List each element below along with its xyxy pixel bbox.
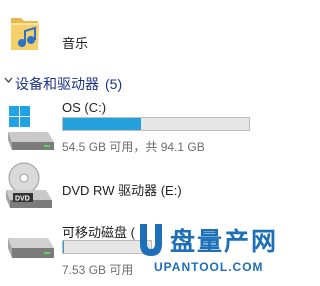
- chevron-down-icon[interactable]: [4, 76, 13, 85]
- drive-usage-bar-c: [62, 117, 250, 131]
- drive-label-c: OS (C:): [62, 100, 107, 115]
- section-title: 设备和驱动器 (5): [15, 74, 122, 94]
- drive-usage-fill-c: [63, 118, 142, 130]
- drive-detail-removable: 7.53 GB 可用: [62, 263, 134, 277]
- removable-disk-icon: [8, 238, 54, 258]
- music-folder-item[interactable]: 音乐: [0, 0, 299, 62]
- drive-label-dvd: DVD RW 驱动器 (E:): [62, 183, 182, 198]
- section-count: (5): [105, 76, 123, 92]
- music-folder-label: 音乐: [62, 36, 89, 51]
- drive-usage-fill-removable: [63, 241, 64, 253]
- u-logo: [140, 224, 162, 256]
- section-title-text: 设备和驱动器: [15, 76, 99, 92]
- drive-label-removable: 可移动磁盘 (: [62, 225, 135, 240]
- drive-detail-c: 54.5 GB 可用，共 94.1 GB: [62, 140, 205, 154]
- music-folder-icon: [11, 18, 39, 50]
- watermark-domain: UPANTOOL.COM: [154, 260, 264, 274]
- dvd-drive-icon: DVD: [6, 162, 52, 208]
- windows-drive-icon: [8, 106, 54, 150]
- watermark-title: 盘量产网: [170, 227, 279, 256]
- svg-text:DVD: DVD: [15, 196, 30, 203]
